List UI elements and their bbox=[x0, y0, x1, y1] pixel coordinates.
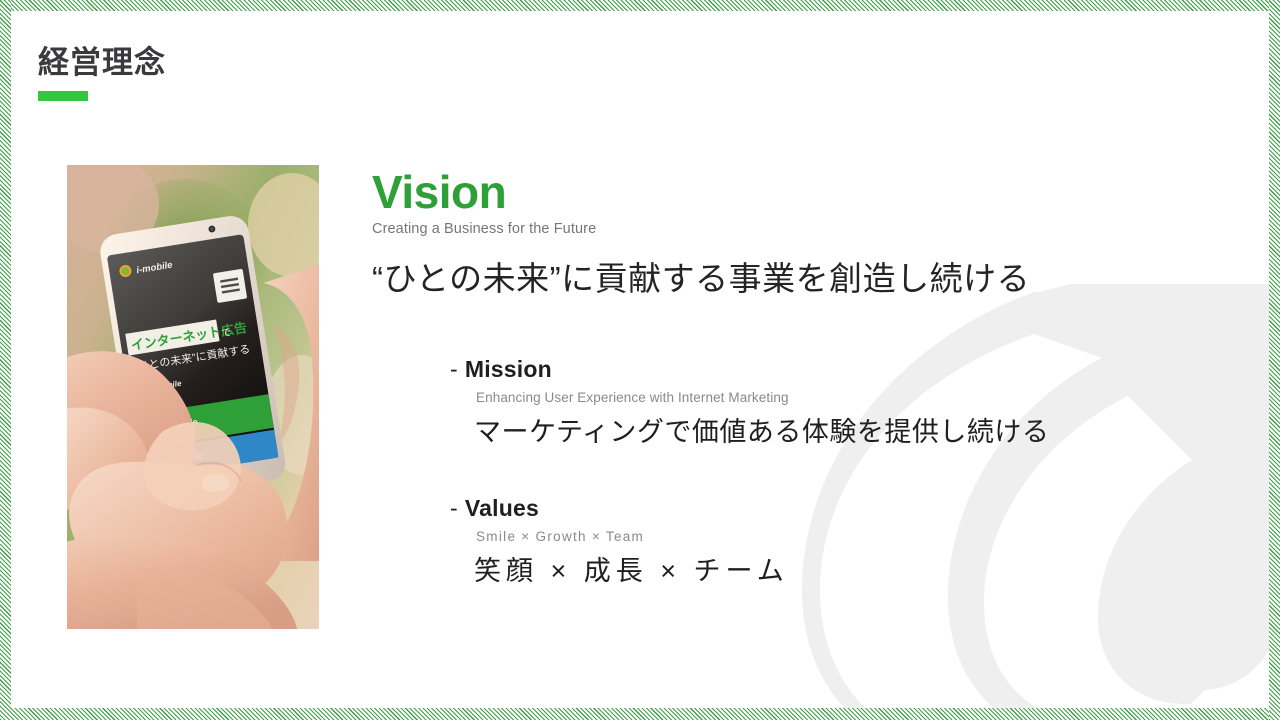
values-subtitle: Smile × Growth × Team bbox=[476, 528, 645, 544]
page-title: 経営理念 bbox=[38, 45, 166, 80]
mission-dash: - bbox=[450, 355, 458, 382]
values-dash: - bbox=[450, 494, 458, 521]
title-accent-rule bbox=[38, 91, 88, 101]
mission-statement: マーケティングで価値ある体験を提供し続ける bbox=[474, 416, 1050, 447]
values-block: - Values Smile × Growth × Team 笑顔 × 成長 × … bbox=[450, 494, 1232, 588]
border-hatch-right bbox=[1269, 0, 1280, 720]
mission-label-text: Mission bbox=[464, 355, 552, 382]
values-statement: 笑顔 × 成長 × チーム bbox=[474, 555, 789, 586]
border-hatch-top bbox=[0, 0, 1280, 11]
smartphone-photo: i-mobile インターネット広告 で “ひとの未来”に貢献する i-mobi… bbox=[67, 165, 319, 629]
vision-heading: Vision bbox=[372, 166, 507, 218]
vision-statement: “ひとの未来”に貢献する事業を創造し続ける bbox=[372, 259, 1031, 297]
mission-label: - Mission bbox=[450, 355, 1232, 382]
border-hatch-left bbox=[0, 0, 11, 720]
border-hatch-bottom bbox=[0, 708, 1280, 720]
values-label: - Values bbox=[450, 494, 1232, 521]
slide-root: 経営理念 i-mobile インターネット広告 で “ひとの未来”に貢献する V… bbox=[0, 0, 1280, 720]
vision-subtitle: Creating a Business for the Future bbox=[372, 220, 597, 237]
mission-block: - Mission Enhancing User Experience with … bbox=[450, 355, 1232, 449]
mission-subtitle: Enhancing User Experience with Internet … bbox=[476, 389, 789, 405]
svg-text:で: で bbox=[221, 327, 233, 339]
values-label-text: Values bbox=[464, 494, 539, 521]
vision-mission-values-content: Vision Creating a Business for the Futur… bbox=[372, 166, 1232, 588]
